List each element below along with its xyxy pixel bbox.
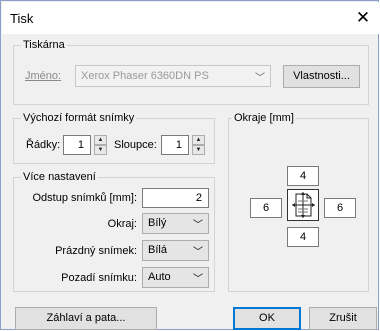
printer-name-label: Jméno: [25, 70, 62, 82]
background-select[interactable]: Auto ﹀ [142, 267, 209, 288]
spin-down-icon[interactable]: ▼ [192, 145, 205, 155]
print-dialog: Tisk ✕ Tiskárna Jméno: Xerox Phaser 6360… [0, 0, 379, 330]
cols-input[interactable]: 1 [161, 135, 189, 155]
background-select-value: Auto [148, 271, 171, 283]
chevron-down-icon: ﹀ [255, 73, 265, 84]
chevron-down-icon: ﹀ [193, 247, 203, 258]
cols-value: 1 [175, 139, 182, 151]
blank-select[interactable]: Bílá ﹀ [142, 240, 209, 261]
header-footer-button[interactable]: Záhlaví a pata... [15, 307, 157, 330]
spacing-input[interactable]: 2 [142, 188, 209, 208]
chevron-down-icon: ﹀ [193, 274, 203, 285]
spin-up-icon[interactable]: ▲ [192, 135, 205, 145]
blank-label: Prázdný snímek: [55, 245, 137, 257]
blank-select-value: Bílá [148, 244, 167, 256]
more-settings-group-label: Více nastavení [21, 171, 98, 183]
printer-select[interactable]: Xerox Phaser 6360DN PS ﹀ [75, 65, 271, 87]
rows-label: Řádky: [26, 139, 61, 151]
page-layout-icon [287, 189, 319, 221]
spacing-value: 2 [195, 192, 202, 204]
spin-up-icon[interactable]: ▲ [94, 135, 107, 145]
format-group-label: Výchozí formát snímky [21, 112, 137, 124]
rows-spinner[interactable]: ▲ ▼ [94, 135, 107, 155]
chevron-down-icon: ﹀ [193, 220, 203, 231]
border-label: Okraj: [107, 218, 137, 230]
properties-button[interactable]: Vlastnosti... [283, 65, 360, 88]
margin-right-input[interactable]: 6 [324, 198, 356, 218]
margin-left-input[interactable]: 6 [250, 198, 282, 218]
ok-button[interactable]: OK [233, 307, 301, 330]
margin-top-input[interactable]: 4 [287, 166, 319, 186]
rows-input[interactable]: 1 [63, 135, 91, 155]
cols-label: Sloupce: [114, 139, 157, 151]
border-select[interactable]: Bílý ﹀ [142, 213, 209, 234]
close-icon[interactable]: ✕ [353, 8, 373, 28]
cancel-button[interactable]: Zrušit [309, 307, 377, 330]
printer-select-value: Xerox Phaser 6360DN PS [81, 70, 209, 82]
title-bar: Tisk ✕ [2, 2, 379, 34]
border-select-value: Bílý [148, 217, 167, 229]
spin-down-icon[interactable]: ▼ [94, 145, 107, 155]
rows-value: 1 [77, 139, 84, 151]
margin-bottom-input[interactable]: 4 [287, 227, 319, 247]
margins-group-label: Okraje [mm] [232, 112, 296, 124]
printer-group-label: Tiskárna [21, 39, 67, 51]
cols-spinner[interactable]: ▲ ▼ [192, 135, 205, 155]
spacing-label: Odstup snímků [mm]: [32, 192, 137, 204]
dialog-title: Tisk [10, 11, 34, 26]
background-label: Pozadí snímku: [61, 272, 137, 284]
